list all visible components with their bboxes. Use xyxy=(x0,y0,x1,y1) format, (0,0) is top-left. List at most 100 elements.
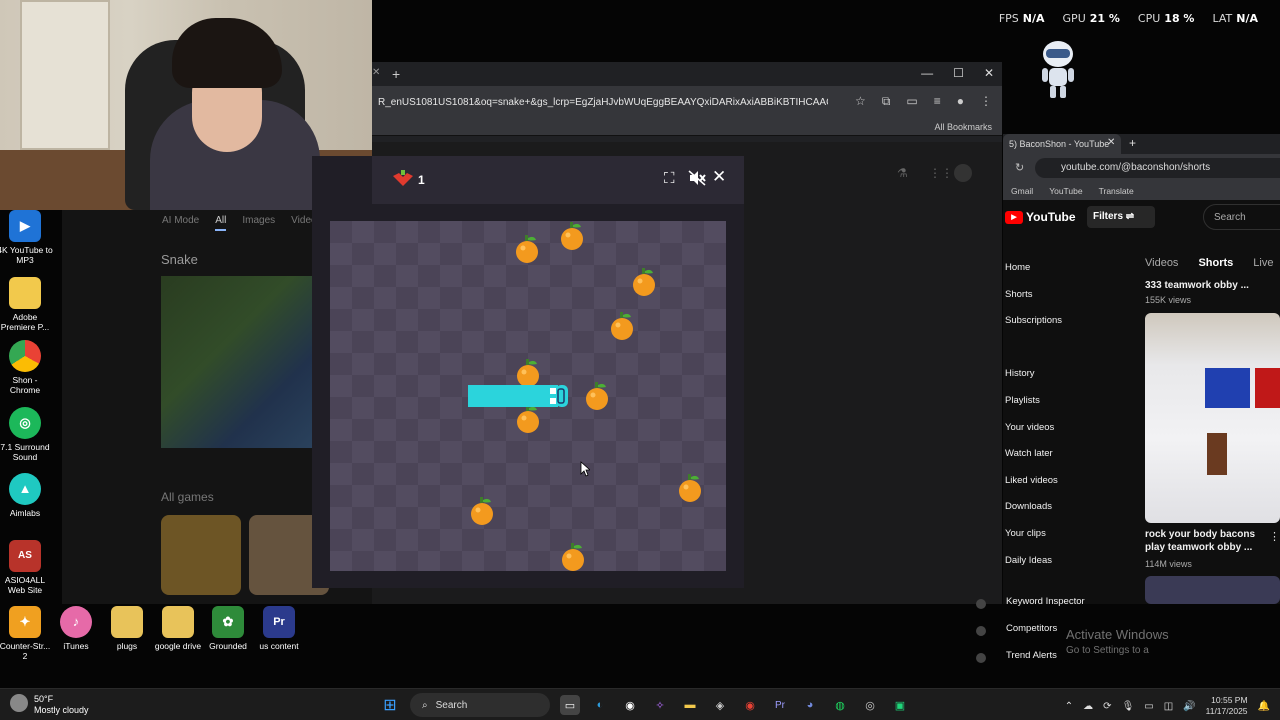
tab-live[interactable]: Live xyxy=(1253,257,1273,269)
desktop-icon-grounded[interactable]: ✿ Grounded xyxy=(200,606,256,651)
short-thumbnail[interactable] xyxy=(1145,313,1280,523)
tab-shorts[interactable]: Shorts xyxy=(1198,257,1233,269)
bookmark-translate[interactable]: Translate xyxy=(1099,186,1134,196)
short-title[interactable]: 333 teamwork obby ... xyxy=(1145,279,1275,292)
cast-icon[interactable]: ▭ xyxy=(906,94,917,109)
all-bookmarks-link[interactable]: All Bookmarks xyxy=(934,122,992,132)
microphone-icon[interactable]: 🎙 xyxy=(1122,701,1135,712)
tab-close-icon[interactable]: ✕ xyxy=(1107,137,1115,148)
clock[interactable]: 10:55 PM 11/17/2025 xyxy=(1206,695,1248,717)
fullscreen-button[interactable]: ⛶ xyxy=(664,170,675,187)
yt-address-bar[interactable]: youtube.com/@baconshon/shorts xyxy=(1035,158,1280,178)
copilot-icon[interactable]: ✧ xyxy=(650,695,670,715)
steam-icon[interactable]: ◉ xyxy=(620,695,640,715)
media-icon[interactable]: ≡ xyxy=(934,94,941,109)
desktop-icon-google-drive[interactable]: google drive xyxy=(150,606,206,651)
grounded-icon: ✿ xyxy=(212,606,244,638)
close-window-button[interactable]: ✕ xyxy=(984,66,994,80)
task-view-icon[interactable]: ▭ xyxy=(560,695,580,715)
youtube-tab[interactable]: 5) BaconShon - YouTube xyxy=(1003,134,1121,154)
sync-icon[interactable]: ⟳ xyxy=(1103,701,1111,712)
sidebar-item-watch-later[interactable]: Watch later xyxy=(1005,448,1110,475)
sidebar-item-playlists[interactable]: Playlists xyxy=(1005,395,1110,422)
new-tab-button[interactable]: + xyxy=(392,66,400,82)
desktop-icon-itunes[interactable]: ♪ iTunes xyxy=(48,606,104,651)
sidebar-item-downloads[interactable]: Downloads xyxy=(1005,501,1110,528)
desktop-icon-chrome[interactable]: Shon - Chrome xyxy=(0,340,53,395)
orange-fruit xyxy=(515,359,541,387)
menu-icon[interactable]: ⋮ xyxy=(980,94,992,109)
sidebar-item-liked-videos[interactable]: Liked videos xyxy=(1005,475,1110,502)
sidebar-item-shorts[interactable]: Shorts xyxy=(1005,289,1110,316)
discord-icon[interactable]: ◕ xyxy=(800,695,820,715)
desktop-icon-premiere[interactable]: Adobe Premiere P... xyxy=(0,277,53,332)
performance-overlay: FPS N/A GPU 21 % CPU 18 % LAT N/A xyxy=(999,12,1258,25)
sidebar-item-history[interactable]: History xyxy=(1005,368,1110,395)
tab-close-icon[interactable]: ✕ xyxy=(372,67,380,78)
mute-button[interactable] xyxy=(688,170,706,189)
show-hidden-icons-icon[interactable]: ⌃ xyxy=(1065,701,1073,712)
edge-icon[interactable]: ◐ xyxy=(590,695,610,715)
itunes-icon: ♪ xyxy=(60,606,92,638)
minimize-button[interactable]: — xyxy=(921,66,933,80)
desktop-icon-us-content[interactable]: Pr us content xyxy=(251,606,307,651)
tab-videos[interactable]: Videos xyxy=(1145,257,1178,269)
bookmark-gmail[interactable]: Gmail xyxy=(1011,186,1033,196)
search-tabs: AI Mode All Images Videos xyxy=(162,215,322,231)
address-bar[interactable]: R_enUS1081US1081&oq=snake+&gs_lcrp=EgZja… xyxy=(378,97,828,108)
bookmark-star-icon[interactable]: ☆ xyxy=(855,94,866,109)
network-icon[interactable]: ◫ xyxy=(1164,701,1173,712)
desktop-icon-plugs[interactable]: plugs xyxy=(99,606,155,651)
youtube-logo[interactable]: ▶ YouTube xyxy=(1005,210,1076,224)
close-game-button[interactable]: ✕ xyxy=(712,167,726,187)
filters-button[interactable]: Filters ⇌ xyxy=(1087,206,1155,228)
game-tile[interactable] xyxy=(161,515,241,595)
file-explorer-icon[interactable]: ▬ xyxy=(680,695,700,715)
notification-bell-icon[interactable]: 🔔 xyxy=(1258,701,1270,712)
short-thumbnail[interactable] xyxy=(1145,576,1280,604)
ext-keyword-inspector[interactable]: Keyword Inspector xyxy=(958,596,1108,623)
obs-icon[interactable]: ◎ xyxy=(860,695,880,715)
labs-icon[interactable]: ⚗ xyxy=(897,166,908,180)
desktop-icon-surround[interactable]: ◎ 7.1 Surround Sound xyxy=(0,407,53,462)
short-title[interactable]: rock your body bacons play teamwork obby… xyxy=(1145,528,1275,554)
sidebar-item-home[interactable]: Home xyxy=(1005,262,1110,289)
snake-game-thumbnail[interactable] xyxy=(161,276,321,448)
tab-all[interactable]: All xyxy=(215,215,227,231)
desktop-icon-4k-youtube[interactable]: ▶ 4K YouTube to MP3 xyxy=(0,210,53,265)
weather-widget[interactable]: 50°F Mostly cloudy xyxy=(10,694,89,716)
more-options-icon[interactable]: ⋮ xyxy=(1269,530,1280,543)
bookmark-youtube[interactable]: YouTube xyxy=(1049,186,1082,196)
volume-icon[interactable]: 🔊 xyxy=(1183,701,1195,712)
taskbar-search[interactable]: ⌕ Search xyxy=(410,693,550,717)
extensions-icon[interactable]: ⧉ xyxy=(882,94,891,109)
desktop-icon-aimlabs[interactable]: ▲ Aimlabs xyxy=(0,473,53,518)
sidebar-item-your-videos[interactable]: Your videos xyxy=(1005,422,1110,449)
chrome-taskbar-icon[interactable]: ◉ xyxy=(740,695,760,715)
sidebar-item-subscriptions[interactable]: Subscriptions xyxy=(1005,315,1110,342)
desktop-icon-asio4all[interactable]: AS ASIO4ALL Web Site xyxy=(0,540,53,595)
fps-readout: FPS N/A xyxy=(998,12,1045,25)
spotify-icon[interactable]: ◍ xyxy=(830,695,850,715)
sidebar-item-daily-ideas[interactable]: Daily Ideas xyxy=(1005,555,1110,582)
app-icon[interactable]: ▣ xyxy=(890,695,910,715)
short-views: 114M views xyxy=(1145,559,1192,569)
desktop-icon-counter-strike[interactable]: ✦ Counter-Str... 2 xyxy=(0,606,53,661)
sidebar-item-your-clips[interactable]: Your clips xyxy=(1005,528,1110,555)
cloud-sync-icon[interactable]: ☁ xyxy=(1083,701,1093,712)
monitor-icon[interactable]: ▭ xyxy=(1144,701,1153,712)
yt-search-input[interactable]: Search xyxy=(1203,204,1280,230)
premiere-taskbar-icon[interactable]: Pr xyxy=(770,695,790,715)
apps-grid-icon[interactable]: ⋮⋮ xyxy=(929,166,953,180)
profile-avatar[interactable]: ● xyxy=(957,94,964,109)
tab-ai-mode[interactable]: AI Mode xyxy=(162,215,199,231)
tab-images[interactable]: Images xyxy=(242,215,275,231)
bookmarks-bar: All Bookmarks xyxy=(372,118,1002,136)
steam-alt-icon[interactable]: ◈ xyxy=(710,695,730,715)
game-board[interactable] xyxy=(330,221,726,571)
account-avatar[interactable] xyxy=(954,164,972,182)
maximize-button[interactable]: ☐ xyxy=(953,66,964,80)
reload-icon[interactable]: ↻ xyxy=(1015,161,1024,174)
start-menu-icon[interactable]: ⊞ xyxy=(380,695,400,715)
new-tab-button[interactable]: + xyxy=(1129,136,1136,150)
